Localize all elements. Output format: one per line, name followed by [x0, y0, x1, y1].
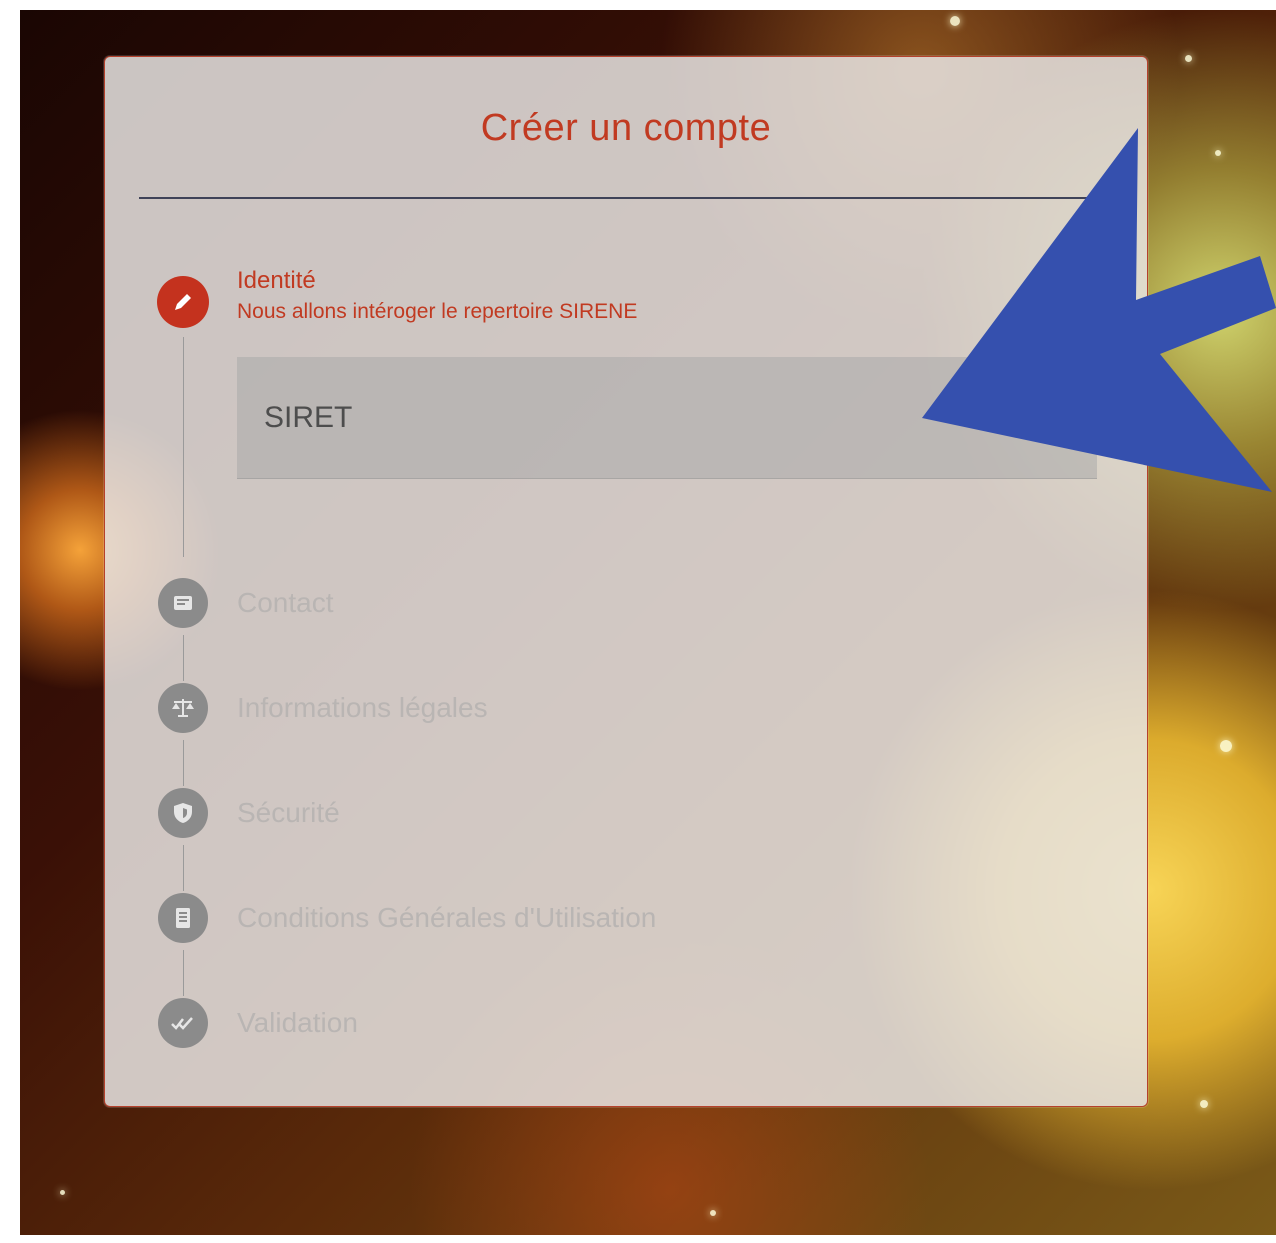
contact-card-icon	[158, 578, 208, 628]
signup-card: Créer un compte Identité Nous allons int…	[104, 56, 1148, 1107]
balance-scale-icon	[158, 683, 208, 733]
sparkle	[1200, 1100, 1208, 1108]
sparkle	[1215, 150, 1221, 156]
sparkle	[1220, 740, 1232, 752]
step-label-identite[interactable]: Identité	[237, 267, 316, 295]
step-connector	[183, 635, 184, 681]
step-label-contact[interactable]: Contact	[237, 587, 334, 619]
step-connector	[183, 950, 184, 996]
step-subtitle: Nous allons intéroger le repertoire SIRE…	[237, 300, 638, 323]
pencil-icon	[157, 276, 209, 328]
document-icon	[158, 893, 208, 943]
sparkle	[710, 1210, 716, 1216]
sparkle	[950, 16, 960, 26]
double-check-icon	[158, 998, 208, 1048]
step-connector	[183, 337, 184, 557]
title-divider	[139, 197, 1109, 199]
siret-input[interactable]: SIRET	[237, 357, 1097, 479]
card-title: Créer un compte	[480, 107, 772, 149]
shield-icon	[158, 788, 208, 838]
step-label-securite[interactable]: Sécurité	[237, 797, 340, 829]
step-label-cgu[interactable]: Conditions Générales d'Utilisation	[237, 902, 656, 934]
step-connector	[183, 845, 184, 891]
step-label-informations-legales[interactable]: Informations légales	[237, 692, 488, 724]
sparkle	[60, 1190, 65, 1195]
step-connector	[183, 740, 184, 786]
sparkle	[1185, 55, 1192, 62]
bokeh-background: Créer un compte Identité Nous allons int…	[20, 10, 1276, 1235]
step-label-validation[interactable]: Validation	[237, 1007, 358, 1039]
